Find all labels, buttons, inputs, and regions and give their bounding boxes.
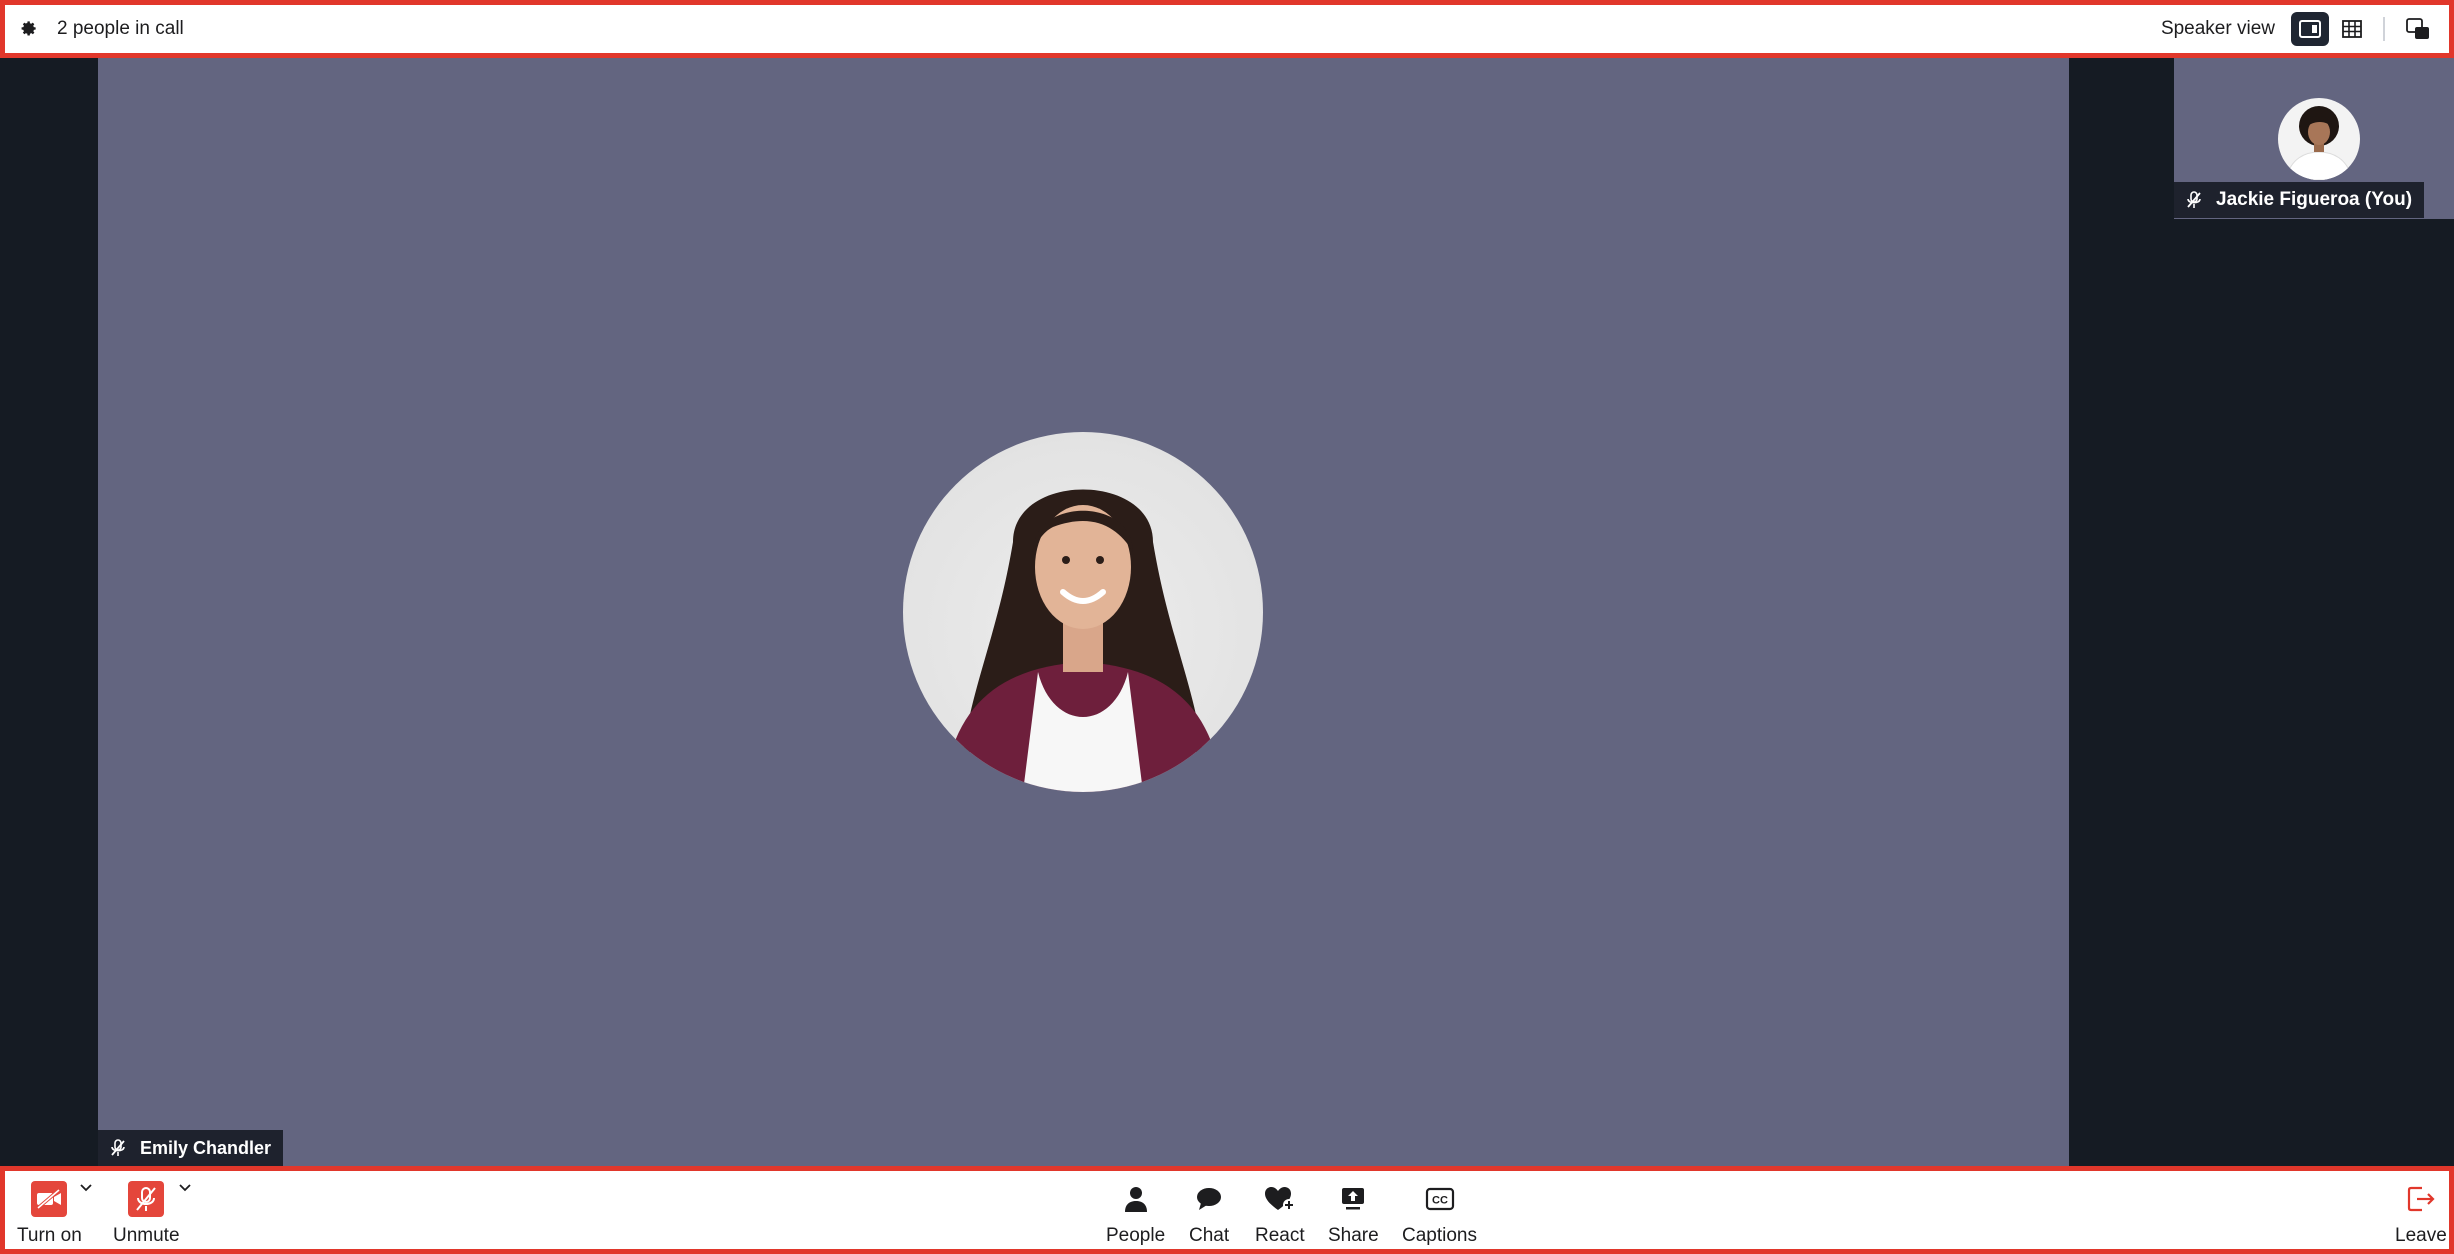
closed-captions-icon: CC [1425, 1179, 1455, 1219]
leave-button-label: Leave [2395, 1225, 2447, 1246]
mic-off-icon [2186, 191, 2202, 209]
mic-off-icon [110, 1139, 126, 1157]
camera-button-label: Turn on [17, 1225, 82, 1246]
self-name-tag: Jackie Figueroa (You) [2174, 182, 2425, 218]
participant-name: Emily Chandler [140, 1137, 272, 1158]
video-stage: Emily Chandler Jackie Figueroa (You) [0, 58, 2454, 1166]
view-mode-label: Speaker view [2160, 18, 2275, 39]
participant-name-tag: Emily Chandler [98, 1130, 284, 1166]
call-window: 2 people in call Speaker view Emily Chan… [0, 0, 2454, 1254]
view-controls: Speaker view [2161, 5, 2437, 53]
speaker-view-button[interactable] [2291, 12, 2329, 46]
chat-button-label: Chat [1189, 1225, 1230, 1246]
people-button[interactable]: People [1106, 1179, 1165, 1247]
divider [2383, 17, 2385, 41]
mic-button[interactable]: Unmute [113, 1179, 180, 1247]
people-button-label: People [1106, 1225, 1166, 1246]
chat-button[interactable]: Chat [1189, 1179, 1229, 1247]
mic-off-icon [128, 1181, 165, 1217]
chevron-down-icon[interactable] [179, 1179, 191, 1197]
grid-view-icon [2342, 20, 2362, 38]
mic-button-label: Unmute [113, 1225, 180, 1246]
self-name: Jackie Figueroa (You) [2216, 189, 2413, 210]
heart-plus-icon [1264, 1179, 1296, 1219]
call-toolbar: Turn on Unmute People Chat React Share C… [0, 1166, 2454, 1254]
camera-off-icon [31, 1181, 68, 1217]
picture-in-picture-icon [2406, 18, 2429, 39]
leave-button[interactable]: Leave [2395, 1179, 2447, 1247]
picture-in-picture-button[interactable] [2399, 12, 2437, 46]
self-view-tile[interactable]: Jackie Figueroa (You) [2174, 58, 2454, 219]
speaker-view-icon [2299, 20, 2321, 38]
active-speaker-tile[interactable]: Emily Chandler [98, 58, 2069, 1166]
gear-icon[interactable] [17, 17, 41, 41]
svg-text:CC: CC [1432, 1195, 1448, 1207]
share-button-label: Share [1328, 1225, 1379, 1246]
chevron-down-icon[interactable] [80, 1179, 92, 1197]
share-screen-icon [1340, 1179, 1366, 1219]
chat-bubble-icon [1195, 1179, 1223, 1219]
avatar [2278, 98, 2360, 180]
person-icon [1123, 1179, 1149, 1219]
share-button[interactable]: Share [1328, 1179, 1379, 1247]
react-button-label: React [1255, 1225, 1305, 1246]
react-button[interactable]: React [1255, 1179, 1305, 1247]
call-header: 2 people in call Speaker view [0, 0, 2454, 58]
grid-view-button[interactable] [2333, 12, 2371, 46]
captions-button[interactable]: CC Captions [1402, 1179, 1477, 1247]
leave-icon [2406, 1179, 2436, 1219]
camera-button[interactable]: Turn on [17, 1179, 82, 1247]
captions-button-label: Captions [1402, 1225, 1477, 1246]
avatar [903, 432, 1263, 792]
participant-count: 2 people in call [57, 18, 184, 39]
